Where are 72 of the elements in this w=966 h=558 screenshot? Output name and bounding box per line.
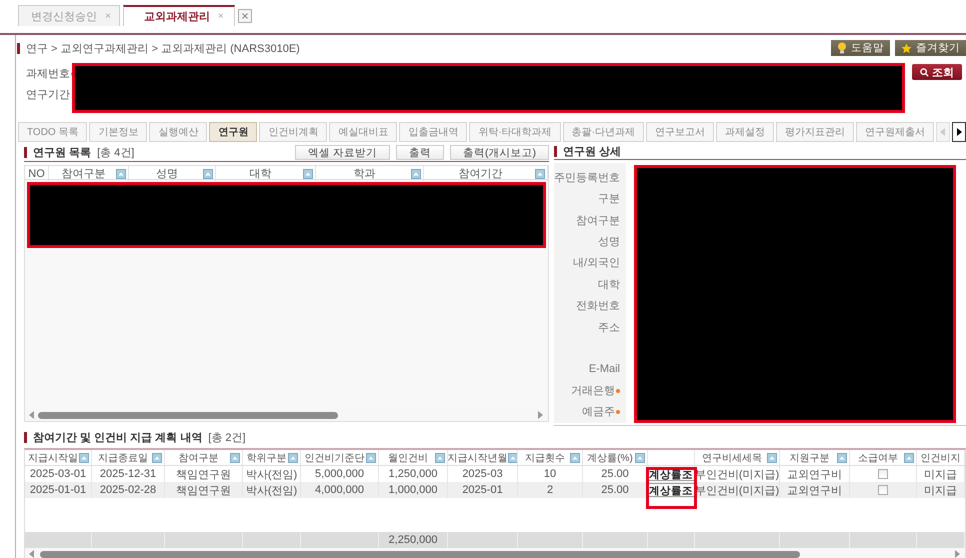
table-cell: 1,250,000 (388, 468, 438, 480)
column-header[interactable]: 참여구분 (51, 166, 116, 181)
favorites-button[interactable]: 즐겨찾기 (895, 40, 966, 56)
search-button[interactable]: 조회 (912, 64, 962, 80)
table-cell: 10 (544, 468, 556, 480)
field-label: 주민등록번호 (554, 171, 620, 186)
rate-lookup-button[interactable]: 계상률조 (648, 483, 694, 497)
field-label: 참여구분 (576, 214, 620, 228)
field-label: 과제번호 (26, 67, 70, 81)
table-cell: 2 (546, 484, 554, 496)
field-label: 내/외국인 (572, 256, 620, 270)
section-title: 연구원 목록 (33, 146, 92, 160)
column-header[interactable]: 지급종료일 (94, 450, 152, 464)
column-header[interactable]: 인건비기준단 (303, 450, 366, 464)
toolbar-button[interactable]: 엑셀 자료받기 (295, 145, 390, 160)
table-cell: 2025-02-28 (100, 484, 156, 496)
record-count: [총 4건] (97, 146, 134, 160)
section-title: 참여기간 및 인건비 지급 계획 내역 (33, 430, 202, 444)
column-header[interactable]: 연구비세세목 (697, 450, 767, 464)
table-cell-text: 박사(전임) (246, 484, 298, 498)
column-header[interactable]: 성명 (131, 166, 203, 181)
table-cell-text: 교외연구비 (787, 468, 842, 482)
table-cell: 4,000,000 (315, 484, 364, 496)
column-header[interactable]: 지급시작일 (27, 450, 79, 464)
toolbar-button[interactable]: 출력(개시보고) (450, 145, 549, 160)
table-cell-text: 부인건비(미지급) (695, 468, 779, 482)
column-header[interactable]: 월인건비 (381, 450, 435, 464)
column-header[interactable]: 지원구분 (782, 450, 837, 464)
field-label: E-Mail (588, 363, 620, 376)
field-label: 전화번호 (576, 298, 620, 313)
column-header[interactable]: 학위구분 (245, 450, 288, 464)
field-label: 거래은행 (571, 384, 615, 398)
module-tab[interactable]: 연구원 (209, 122, 258, 142)
table-cell: 2025-01 (462, 484, 503, 496)
table-cell-text: 미지급 (924, 484, 957, 498)
toolbar-button[interactable]: 출력 (396, 145, 444, 160)
field-label: 주소 (598, 321, 620, 336)
record-count: [총 2건] (208, 430, 246, 444)
column-header[interactable]: 참여구분 (167, 450, 230, 464)
document-tab[interactable]: 교외과제관리 × (122, 5, 235, 26)
column-header[interactable]: 대학 (218, 166, 303, 181)
field-label: 성명 (598, 235, 620, 250)
column-header[interactable]: 참여기간 (426, 166, 535, 181)
field-label: 예금주 (582, 405, 615, 420)
table-cell-text: 박사(전임) (246, 468, 298, 482)
field-label: 연구기간 (26, 88, 70, 102)
table-cell: 2025-01-01 (30, 484, 86, 496)
field-label: 구분 (598, 192, 620, 206)
table-cell: 2025-03-01 (30, 468, 86, 480)
table-cell-text: 부인건비(미지급) (695, 484, 779, 498)
column-header[interactable]: 학과 (318, 166, 411, 181)
table-cell: 2025-12-31 (100, 468, 156, 480)
total-cell: 2,250,000 (388, 534, 438, 546)
table-cell-text: 책임연구원 (176, 484, 231, 498)
column-header[interactable]: NO (27, 168, 46, 180)
field-label: 대학 (598, 278, 620, 292)
column-header[interactable]: 인건비지 (919, 450, 962, 464)
table-cell: 5,000,000 (315, 468, 364, 480)
table-cell: 1,000,000 (388, 484, 438, 496)
table-cell-text: 교외연구비 (787, 484, 842, 498)
table-cell: 2025-03 (462, 468, 503, 480)
table-cell-text: 책임연구원 (176, 468, 231, 482)
table-cell-text: 미지급 (924, 468, 957, 482)
column-header[interactable]: 지급횟수 (520, 450, 570, 464)
table-cell: 25.00 (601, 484, 629, 496)
breadcrumb: 연구 > 교외연구과제관리 > 교외과제관리 (NARS3010E) (26, 42, 300, 56)
section-title: 연구원 상세 (563, 145, 622, 159)
column-header[interactable]: 지급시작년월 (448, 450, 508, 464)
column-header[interactable]: 계상률(%) (585, 450, 635, 464)
help-button[interactable]: 도움말 (831, 40, 890, 56)
column-header[interactable]: 소급여부 (852, 450, 904, 464)
table-cell: 25.00 (601, 468, 629, 480)
